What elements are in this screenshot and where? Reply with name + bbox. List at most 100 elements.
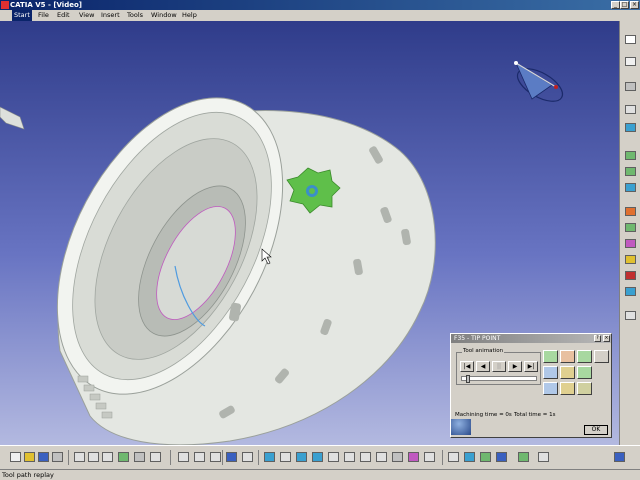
pause-button[interactable]: || xyxy=(492,361,506,372)
toolbar-separator xyxy=(222,450,223,465)
slider-thumb[interactable] xyxy=(466,375,470,383)
hide-show-icon[interactable] xyxy=(408,452,419,462)
status-text: Tool path replay xyxy=(2,471,54,479)
video-mode-button[interactable] xyxy=(543,366,558,379)
settings-button[interactable] xyxy=(560,382,575,395)
menu-bar: Start File Edit View Insert Tools Window… xyxy=(0,10,640,21)
toolbar-icon[interactable] xyxy=(625,57,636,66)
bottom-toolbar xyxy=(0,445,640,469)
tool-path-icon[interactable] xyxy=(464,452,475,462)
photo-button[interactable] xyxy=(543,382,558,395)
menu-tools[interactable]: Tools xyxy=(127,10,143,21)
display-point-button[interactable] xyxy=(577,350,592,363)
catia-logo-icon xyxy=(614,452,625,462)
menu-insert[interactable]: Insert xyxy=(101,10,120,21)
redo-icon[interactable] xyxy=(134,452,145,462)
toolbar-icon[interactable] xyxy=(625,255,636,264)
display-path-button[interactable] xyxy=(560,350,575,363)
cut-material-button[interactable] xyxy=(560,366,575,379)
right-toolbar xyxy=(619,21,640,445)
rotate-icon[interactable] xyxy=(312,452,323,462)
rewind-button[interactable]: |◀ xyxy=(460,361,474,372)
simulation-icon[interactable] xyxy=(480,452,491,462)
total-time-text: Total time = 1s xyxy=(514,412,556,418)
menu-start[interactable]: Start xyxy=(12,10,32,21)
housing-body xyxy=(56,97,436,445)
toolbar-separator xyxy=(442,450,443,465)
ok-button[interactable]: OK xyxy=(584,425,608,435)
dialog-compass-icon xyxy=(451,419,471,435)
tool-animation-label: Tool animation xyxy=(462,348,505,354)
toolbar-icon[interactable] xyxy=(625,82,636,91)
animation-slider[interactable] xyxy=(461,375,537,383)
formula-icon[interactable] xyxy=(178,452,189,462)
menu-file[interactable]: File xyxy=(38,10,49,21)
step-back-button[interactable]: ◀ xyxy=(476,361,490,372)
window-title: CATIA V5 - [Video] xyxy=(10,1,82,9)
toolbar-icon[interactable] xyxy=(625,239,636,248)
toolbar-icon[interactable] xyxy=(625,167,636,176)
parameter-icon[interactable] xyxy=(210,452,221,462)
zoom-in-icon[interactable] xyxy=(328,452,339,462)
dialog-close-button[interactable]: × xyxy=(603,335,610,342)
views-icon[interactable] xyxy=(376,452,387,462)
catia-window: CATIA V5 - [Video] _ □ × Start File Edit… xyxy=(0,0,640,480)
knowledge-icon[interactable] xyxy=(194,452,205,462)
display-tool-button[interactable] xyxy=(543,350,558,363)
paste-icon[interactable] xyxy=(102,452,113,462)
title-bar: CATIA V5 - [Video] _ □ × xyxy=(0,0,640,10)
open-icon[interactable] xyxy=(24,452,35,462)
minimize-button[interactable]: _ xyxy=(611,1,620,9)
dialog-help-button[interactable]: ? xyxy=(594,335,601,342)
toolbar-icon[interactable] xyxy=(625,311,636,320)
toolbar-separator xyxy=(170,450,171,465)
toolbar-icon[interactable] xyxy=(625,35,636,44)
display-options-button[interactable] xyxy=(594,350,609,363)
toolbar-icon[interactable] xyxy=(625,207,636,216)
undo-icon[interactable] xyxy=(118,452,129,462)
play-button[interactable]: ▶ xyxy=(508,361,522,372)
menu-view[interactable]: View xyxy=(79,10,94,21)
menu-edit[interactable]: Edit xyxy=(57,10,70,21)
new-icon[interactable] xyxy=(10,452,21,462)
print-icon[interactable] xyxy=(52,452,63,462)
tool-animation-group: Tool animation |◀ ◀ || ▶ ▶| xyxy=(456,348,541,385)
dialog-title: F35 - TIP POINT xyxy=(454,335,501,342)
table-icon[interactable] xyxy=(226,452,237,462)
catalog-icon[interactable] xyxy=(448,452,459,462)
pan-icon[interactable] xyxy=(296,452,307,462)
cut-icon[interactable] xyxy=(74,452,85,462)
copy-icon[interactable] xyxy=(88,452,99,462)
compass-widget[interactable] xyxy=(512,61,567,108)
toolbar-icon[interactable] xyxy=(625,223,636,232)
program-icon[interactable] xyxy=(538,452,549,462)
render-style-icon[interactable] xyxy=(392,452,403,462)
close-button[interactable]: × xyxy=(630,1,639,9)
whats-this-icon[interactable] xyxy=(150,452,161,462)
nc-output-icon[interactable] xyxy=(496,452,507,462)
toolbar-separator xyxy=(68,450,69,465)
dialog-title-bar: F35 - TIP POINT ? × xyxy=(451,334,611,343)
zoom-out-icon[interactable] xyxy=(344,452,355,462)
report-button[interactable] xyxy=(577,382,592,395)
fit-all-icon[interactable] xyxy=(280,452,291,462)
toolbar-icon[interactable] xyxy=(625,123,636,132)
tip-point-dialog: F35 - TIP POINT ? × Tool animation |◀ ◀ … xyxy=(450,333,612,438)
menu-window[interactable]: Window xyxy=(151,10,177,21)
toolbar-icon[interactable] xyxy=(625,105,636,114)
analysis-button[interactable] xyxy=(577,366,592,379)
maximize-button[interactable]: □ xyxy=(620,1,629,9)
toolbar-icon[interactable] xyxy=(625,287,636,296)
menu-help[interactable]: Help xyxy=(182,10,197,21)
toolbar-icon[interactable] xyxy=(625,151,636,160)
toolbar-icon[interactable] xyxy=(625,271,636,280)
machine-icon[interactable] xyxy=(518,452,529,462)
save-icon[interactable] xyxy=(38,452,49,462)
fast-forward-button[interactable]: ▶| xyxy=(524,361,538,372)
swap-space-icon[interactable] xyxy=(424,452,435,462)
fly-mode-icon[interactable] xyxy=(264,452,275,462)
normal-view-icon[interactable] xyxy=(360,452,371,462)
machining-time-text: Machining time = 0s xyxy=(455,412,512,418)
toolbar-icon[interactable] xyxy=(625,183,636,192)
measure-icon[interactable] xyxy=(242,452,253,462)
